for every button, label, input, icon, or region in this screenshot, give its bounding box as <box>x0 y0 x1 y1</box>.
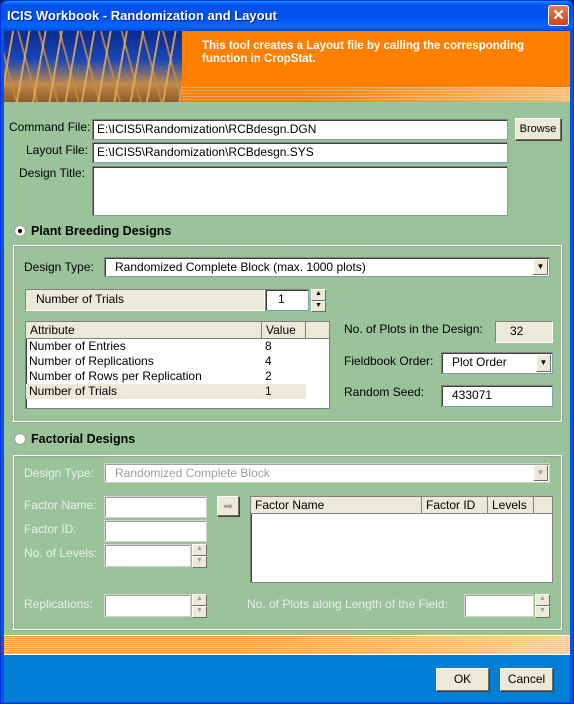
row-value: 4 <box>265 354 272 368</box>
row-attribute: Number of Rows per Replication <box>29 369 202 383</box>
row-value: 8 <box>265 339 272 353</box>
levels-spinner[interactable]: ▲ ▼ <box>192 544 207 568</box>
add-factor-button[interactable]: ➡ <box>217 496 239 516</box>
ok-button[interactable]: OK <box>436 668 489 691</box>
close-button[interactable]: ✕ <box>548 5 569 26</box>
chevron-down-icon[interactable]: ▼ <box>536 354 551 372</box>
arrow-right-icon: ➡ <box>222 499 234 513</box>
design-type-label: Design Type: <box>24 260 94 274</box>
spin-up-icon[interactable]: ▲ <box>535 594 550 606</box>
spin-down-icon[interactable]: ▼ <box>311 300 326 312</box>
column-header-value[interactable]: Value <box>262 322 306 339</box>
column-header-factor-id[interactable]: Factor ID <box>422 497 488 514</box>
design-type-select[interactable]: Randomized Complete Block (max. 1000 plo… <box>104 257 550 277</box>
wheat-banner-image <box>4 31 182 102</box>
levels-input[interactable] <box>104 544 191 567</box>
replications-input[interactable] <box>104 594 191 617</box>
factor-table-header: Factor Name Factor ID Levels <box>251 497 552 514</box>
table-row[interactable]: Number of Rows per Replication 2 <box>26 369 329 384</box>
fieldbook-order-label: Fieldbook Order: <box>344 354 434 368</box>
banner-stripes <box>182 87 570 102</box>
cancel-button[interactable]: Cancel <box>500 668 553 691</box>
replications-spinner[interactable]: ▲ ▼ <box>192 594 207 618</box>
replications-label: Replications: <box>24 597 93 611</box>
radio-selected-icon <box>14 225 26 237</box>
chevron-down-icon[interactable]: ▼ <box>533 465 548 481</box>
plant-breeding-group: Design Type: Randomized Complete Block (… <box>13 245 562 422</box>
command-file-label: Command File: <box>9 120 91 134</box>
fieldbook-order-value: Plot Order <box>452 355 507 369</box>
row-attribute: Number of Trials <box>29 384 118 398</box>
design-title-label: Design Title: <box>19 166 86 180</box>
attribute-table-header: Attribute Value <box>26 322 329 339</box>
row-value: 1 <box>265 384 272 398</box>
spin-down-icon[interactable]: ▼ <box>535 606 550 618</box>
banner-text: This tool creates a Layout file by calli… <box>202 40 525 65</box>
plant-breeding-label: Plant Breeding Designs <box>31 224 172 238</box>
factor-id-label: Factor ID: <box>24 522 77 536</box>
factor-name-input[interactable] <box>104 496 207 518</box>
plots-length-label: No. of Plots along Length of the Field: <box>247 597 448 611</box>
factorial-design-type-select[interactable]: Randomized Complete Block ▼ <box>104 463 550 483</box>
plant-breeding-radio[interactable]: Plant Breeding Designs <box>14 224 171 238</box>
dialog-window: ICIS Workbook - Randomization and Layout… <box>0 0 574 704</box>
column-header-factor-name[interactable]: Factor Name <box>251 497 422 514</box>
factor-table[interactable]: Factor Name Factor ID Levels <box>250 496 553 583</box>
browse-button[interactable]: Browse <box>515 118 561 140</box>
column-header-filler <box>534 497 552 514</box>
row-attribute: Number of Replications <box>29 354 154 368</box>
factor-name-label: Factor Name: <box>24 498 97 512</box>
window-title: ICIS Workbook - Randomization and Layout <box>7 8 277 23</box>
form-body: Command File: E:\ICIS5\Randomization\RCB… <box>4 102 570 635</box>
design-type-value: Randomized Complete Block (max. 1000 plo… <box>115 260 366 274</box>
spin-up-icon[interactable]: ▲ <box>192 544 207 556</box>
parameter-label-box: Number of Trials <box>25 289 265 311</box>
banner-description-panel: This tool creates a Layout file by calli… <box>182 31 570 102</box>
table-row-selected[interactable]: Number of Trials 1 <box>26 384 306 399</box>
factorial-design-type-value: Randomized Complete Block <box>115 466 270 480</box>
column-header-levels[interactable]: Levels <box>488 497 534 514</box>
column-header-filler <box>306 322 329 339</box>
levels-label: No. of Levels: <box>24 546 98 560</box>
close-icon: ✕ <box>552 7 565 24</box>
dialog-footer: OK Cancel <box>4 655 570 702</box>
banner: This tool creates a Layout file by calli… <box>4 31 570 102</box>
spin-down-icon[interactable]: ▼ <box>192 606 207 618</box>
title-bar[interactable]: ICIS Workbook - Randomization and Layout… <box>1 1 573 31</box>
factorial-design-type-label: Design Type: <box>24 466 94 480</box>
column-header-attribute[interactable]: Attribute <box>26 322 262 339</box>
command-file-input[interactable]: E:\ICIS5\Randomization\RCBdesgn.DGN <box>92 119 508 140</box>
random-seed-input[interactable]: 433071 <box>441 385 553 407</box>
plots-length-input[interactable] <box>464 594 534 617</box>
row-value: 2 <box>265 369 272 383</box>
factor-id-input[interactable] <box>104 520 207 542</box>
table-row[interactable]: Number of Entries 8 <box>26 339 329 354</box>
factorial-radio[interactable]: Factorial Designs <box>14 432 135 446</box>
attribute-table[interactable]: Attribute Value Number of Entries 8 Numb… <box>25 321 330 409</box>
spin-up-icon[interactable]: ▲ <box>192 594 207 606</box>
layout-file-input[interactable]: E:\ICIS5\Randomization\RCBdesgn.SYS <box>92 142 508 163</box>
spin-up-icon[interactable]: ▲ <box>311 289 326 301</box>
spin-down-icon[interactable]: ▼ <box>192 556 207 568</box>
fieldbook-order-select[interactable]: Plot Order ▼ <box>441 352 553 374</box>
factorial-label: Factorial Designs <box>31 432 136 446</box>
chevron-down-icon[interactable]: ▼ <box>533 259 548 275</box>
random-seed-label: Random Seed: <box>344 385 425 399</box>
design-title-input[interactable] <box>92 166 508 216</box>
row-attribute: Number of Entries <box>29 339 126 353</box>
plots-in-design-label: No. of Plots in the Design: <box>344 322 483 336</box>
factorial-group: Design Type: Randomized Complete Block ▼… <box>13 455 562 630</box>
parameter-value-input[interactable]: 1 <box>265 289 309 311</box>
radio-unselected-icon <box>14 433 26 445</box>
plots-length-spinner[interactable]: ▲ ▼ <box>535 594 550 618</box>
table-row[interactable]: Number of Replications 4 <box>26 354 329 369</box>
plots-in-design-value: 32 <box>495 321 553 343</box>
layout-file-label: Layout File: <box>26 143 89 157</box>
footer-stripes <box>4 635 570 655</box>
parameter-spinner[interactable]: ▲ ▼ <box>311 289 326 312</box>
